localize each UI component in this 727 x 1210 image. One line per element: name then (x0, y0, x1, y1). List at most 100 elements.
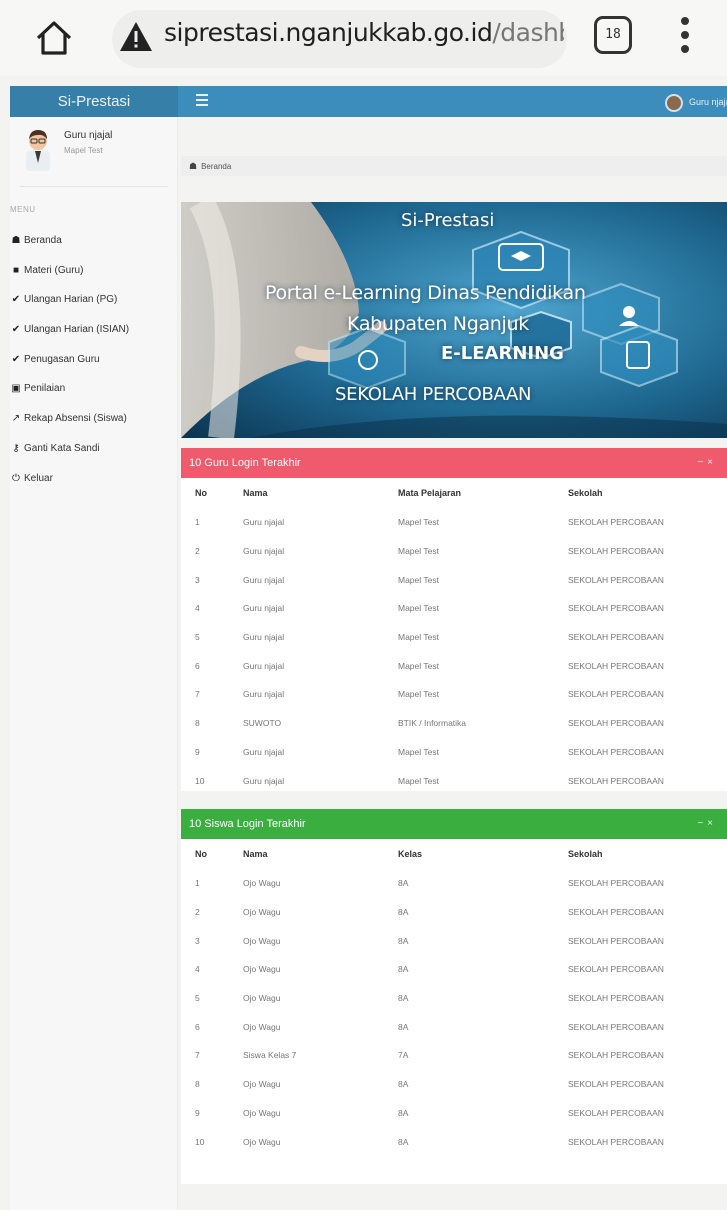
table-row: 5 Ojo Wagu 8A SEKOLAH PERCOBAAN (181, 984, 727, 1013)
url-text[interactable]: siprestasi.nganjukkab.go.id/dashbo (164, 18, 564, 47)
table-cell: 8A (398, 1021, 409, 1032)
table-cell: 3 (195, 935, 200, 946)
sidebar: Guru njajal Mapel Test MENU ☗ Beranda ■ Ma… (10, 117, 178, 1210)
breadcrumb: ☗ Beranda (181, 156, 727, 176)
table-cell: Mapel Test (398, 660, 439, 671)
table-cell: Mapel Test (398, 546, 439, 557)
box-title: 10 Guru Login Terakhir (189, 457, 301, 469)
tab-switcher-button[interactable]: 18 (594, 16, 632, 54)
table-cell: Guru njajal (243, 574, 285, 585)
table-cell: SEKOLAH PERCOBAAN (568, 878, 664, 889)
minus-icon[interactable]: − (697, 818, 707, 829)
warning-icon[interactable] (118, 20, 154, 54)
banner-badge: E-LEARNING (441, 343, 564, 364)
close-icon[interactable]: × (707, 457, 717, 468)
sidebar-item-label: Materi (Guru) (24, 264, 84, 276)
sidebar-item-ganti-sandi[interactable]: ⚷ Ganti Kata Sandi (10, 434, 178, 464)
table-cell: 8A (398, 993, 409, 1004)
table-cell: 10 (195, 1136, 205, 1147)
check-icon: ✔ (11, 353, 21, 365)
user-avatar (665, 93, 683, 112)
table-cell: Mapel Test (398, 632, 439, 643)
avatar (26, 130, 50, 171)
table-row: 8 SUWOTO BTIK / Informatika SEKOLAH PERCOBA… (181, 709, 727, 738)
divider (20, 186, 168, 187)
table-cell: Ojo Wagu (243, 907, 281, 918)
table-cell: SUWOTO (243, 718, 282, 729)
check-icon: ✔ (11, 294, 21, 306)
table-row: 5 Guru njajal Mapel Test SEKOLAH PERCOBAAN (181, 623, 727, 652)
sidebar-item-materi[interactable]: ■ Materi (Guru) (10, 256, 178, 286)
sidebar-item-ulangan-isian[interactable]: ✔ Ulangan Harian (ISIAN) (10, 315, 178, 345)
table-cell: SEKOLAH PERCOBAAN (568, 935, 664, 946)
sidebar-menu: ☗ Beranda ■ Materi (Guru) ✔ Ulangan Harian … (10, 226, 178, 493)
table-cell: Mapel Test (398, 574, 439, 585)
table-cell: 7A (398, 1050, 409, 1061)
sidebar-item-label: Ulangan Harian (PG) (24, 294, 118, 306)
table-cell: Ojo Wagu (243, 878, 281, 889)
browser-menu-icon[interactable] (678, 14, 692, 58)
user-menu[interactable]: Guru njajal (665, 92, 727, 112)
home-icon[interactable] (34, 18, 74, 58)
top-navbar: Si-Prestasi Guru njajal (10, 86, 727, 117)
box-title: 10 Siswa Login Terakhir (189, 818, 306, 830)
table-cell: 4 (195, 964, 200, 975)
url-host: siprestasi.nganjukkab.go.id (164, 18, 493, 47)
brand-logo[interactable]: Si-Prestasi (10, 86, 178, 117)
dashboard-icon: ☗ (189, 161, 198, 171)
table-cell: Ojo Wagu (243, 1136, 281, 1147)
table-cell: Mapel Test (398, 746, 439, 757)
banner-school: SEKOLAH PERCOBAAN (335, 384, 532, 405)
power-icon: ⏻ (12, 472, 20, 484)
sidebar-item-beranda[interactable]: ☗ Beranda (10, 226, 178, 256)
dashboard-icon: ☗ (11, 235, 21, 246)
user-panel: Guru njajal Mapel Test (10, 117, 178, 187)
table-cell: Guru njajal (243, 603, 285, 614)
table-cell: SEKOLAH PERCOBAAN (568, 718, 664, 729)
sidebar-item-penugasan[interactable]: ✔ Penugasan Guru (10, 345, 178, 375)
sidebar-item-label: Rekap Absensi (Siswa) (24, 413, 127, 425)
table-cell: Guru njajal (243, 546, 285, 557)
breadcrumb-item[interactable]: Beranda (201, 162, 231, 171)
banner-subtitle-line2: Kabupaten Nganjuk (347, 313, 529, 335)
sidebar-item-keluar[interactable]: ⏻ Keluar (10, 464, 178, 494)
table-row: 9 Ojo Wagu 8A SEKOLAH PERCOBAAN (181, 1099, 727, 1128)
table-cell: SEKOLAH PERCOBAAN (568, 632, 664, 643)
table-cell: 6 (195, 660, 200, 671)
sidebar-toggle-icon[interactable] (196, 94, 208, 108)
sidebar-item-label: Ulangan Harian (ISIAN) (24, 324, 130, 336)
sidebar-item-label: Beranda (24, 235, 62, 246)
table-cell: Ojo Wagu (243, 993, 281, 1004)
sidebar-item-rekap-absensi[interactable]: ↗ Rekap Absensi (Siswa) (10, 404, 178, 434)
siswa-login-box: 10 Siswa Login Terakhir −× No Nama Kelas… (181, 809, 727, 1184)
close-icon[interactable]: × (707, 818, 717, 829)
table-cell: SEKOLAH PERCOBAAN (568, 993, 664, 1004)
table-row: 3 Guru njajal Mapel Test SEKOLAH PERCOBAAN (181, 565, 727, 594)
calculator-icon: ▣ (11, 383, 21, 395)
table-row: 2 Guru njajal Mapel Test SEKOLAH PERCOBAAN (181, 537, 727, 566)
table-cell: 8A (398, 878, 409, 889)
sidebar-item-penilaian[interactable]: ▣ Penilaian (10, 374, 178, 404)
sidebar-item-label: Penugasan Guru (24, 353, 100, 365)
table-row: 4 Guru njajal Mapel Test SEKOLAH PERCOBAAN (181, 594, 727, 623)
table-cell: 8A (398, 907, 409, 918)
column-header: Nama (243, 488, 268, 498)
table-row: 7 Siswa Kelas 7 7A SEKOLAH PERCOBAAN (181, 1041, 727, 1070)
column-header: Nama (243, 849, 268, 859)
table-cell: 2 (195, 907, 200, 918)
table-cell: SEKOLAH PERCOBAAN (568, 1021, 664, 1032)
tab-count: 18 (605, 27, 621, 42)
key-icon: ⚷ (12, 442, 20, 454)
table-cell: Mapel Test (398, 775, 439, 786)
table-cell: SEKOLAH PERCOBAAN (568, 964, 664, 975)
table-cell: 6 (195, 1021, 200, 1032)
minus-icon[interactable]: − (697, 457, 707, 468)
table-cell: SEKOLAH PERCOBAAN (568, 546, 664, 557)
table-cell: 10 (195, 775, 205, 786)
table-cell: Guru njajal (243, 517, 285, 528)
page: siprestasi.nganjukkab.go.id/dashbo 18 Si… (0, 0, 727, 1210)
hero-banner: Si-Prestasi Portal e-Learning Dinas Pend… (181, 202, 727, 438)
table-row: 10 Ojo Wagu 8A SEKOLAH PERCOBAAN (181, 1127, 727, 1156)
sidebar-item-ulangan-pg[interactable]: ✔ Ulangan Harian (PG) (10, 285, 178, 315)
table-cell: SEKOLAH PERCOBAAN (568, 775, 664, 786)
